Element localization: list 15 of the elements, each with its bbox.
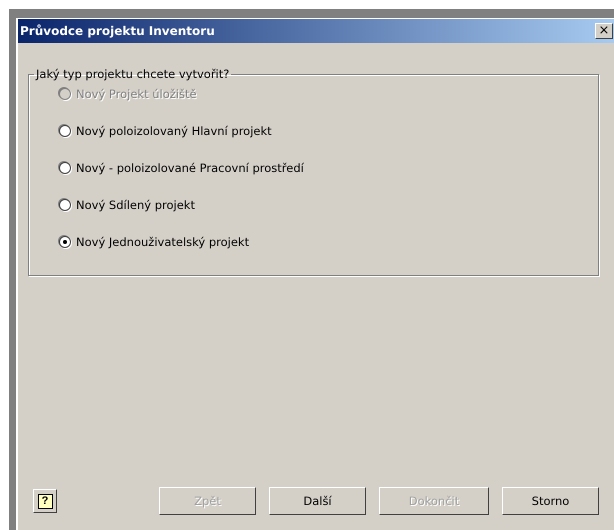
help-button[interactable]: ? (33, 489, 57, 513)
radio-label: Nový - poloizolované Pracovní prostředí (76, 161, 304, 175)
radio-label: Nový poloizolovaný Hlavní projekt (76, 124, 272, 138)
close-button[interactable]: × (595, 23, 613, 39)
group-title: Jaký typ projektu chcete vytvořit? (34, 67, 230, 81)
wizard-button[interactable]: Storno (502, 487, 599, 515)
window-title: Průvodce projektu Inventoru (20, 24, 215, 38)
radio-button[interactable] (59, 199, 71, 211)
wizard-button[interactable]: Další (269, 487, 366, 515)
radio-label: Nový Jednouživatelský projekt (76, 235, 250, 249)
radio-button[interactable] (59, 236, 71, 248)
radio-label: Nový Projekt úložiště (76, 87, 197, 101)
radio-button[interactable] (59, 162, 71, 174)
radio-label: Nový Sdílený projekt (76, 198, 195, 212)
radio-button[interactable] (59, 125, 71, 137)
